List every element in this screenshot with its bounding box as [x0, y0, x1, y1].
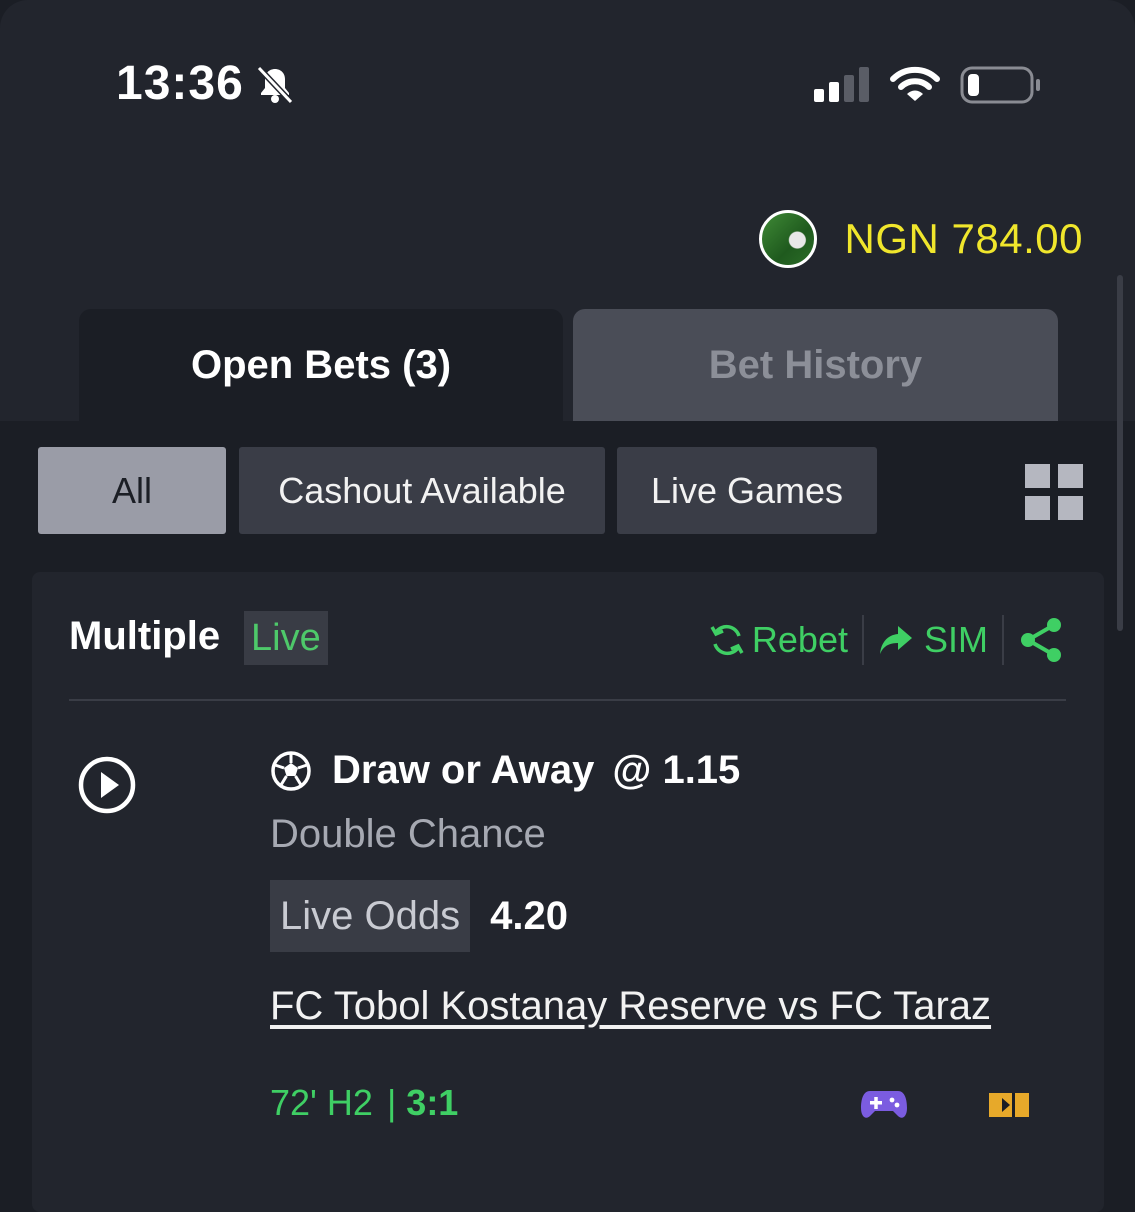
action-separator	[861, 615, 864, 665]
selection-odds: @ 1.15	[612, 748, 741, 792]
bet-card: Multiple Live Rebet SIM Draw or Away @ 1…	[32, 572, 1104, 1212]
scrollbar[interactable]	[1117, 275, 1123, 631]
bell-muted-icon	[256, 65, 294, 105]
rebet-label: Rebet	[751, 619, 848, 660]
filter-bar: All Cashout Available Live Games	[0, 447, 1135, 535]
live-stream-icon[interactable]	[988, 1090, 1030, 1120]
sim-label: SIM	[923, 619, 988, 660]
live-badge: Live	[244, 611, 328, 665]
sim-button[interactable]: SIM	[878, 619, 988, 661]
filter-cashout-available[interactable]: Cashout Available	[239, 447, 605, 534]
bet-actions: Rebet SIM	[708, 610, 1064, 670]
balance-amount: NGN 784.00	[844, 215, 1083, 262]
grid-view-icon[interactable]	[1025, 464, 1083, 520]
signal-icon	[814, 67, 869, 102]
share-button[interactable]	[1018, 616, 1064, 664]
refresh-icon	[710, 624, 744, 656]
filter-live-games[interactable]: Live Games	[617, 447, 877, 534]
live-odds-row: Live Odds 4.20	[270, 880, 568, 952]
score-separator: |	[386, 1082, 397, 1123]
selection-line: Draw or Away @ 1.15	[270, 748, 740, 793]
match-minute: 72' H2	[270, 1082, 373, 1123]
balance-area[interactable]: NGN 784.00	[758, 210, 1083, 268]
gamepad-icon[interactable]	[860, 1088, 908, 1122]
match-status: 72' H2 | 3:1	[270, 1082, 458, 1124]
market-name: Double Chance	[270, 812, 546, 856]
status-time: 13:36	[116, 57, 244, 110]
avatar[interactable]	[758, 210, 817, 268]
play-icon[interactable]	[77, 755, 137, 815]
tab-bet-history[interactable]: Bet History	[573, 309, 1058, 421]
forward-arrow-icon	[879, 626, 912, 654]
match-link[interactable]: FC Tobol Kostanay Reserve vs FC Taraz	[270, 984, 991, 1029]
selection-pick: Draw or Away	[332, 748, 595, 792]
tab-open-bets[interactable]: Open Bets (3)	[79, 309, 563, 421]
action-separator	[1002, 615, 1004, 665]
match-score: 3:1	[406, 1082, 459, 1123]
rebet-button[interactable]: Rebet	[708, 619, 848, 661]
live-odds-value: 4.20	[490, 893, 568, 938]
battery-icon	[960, 66, 1040, 104]
filter-all[interactable]: All	[38, 447, 226, 534]
soccer-ball-icon	[271, 750, 311, 791]
status-bar: 13:36	[0, 0, 1135, 170]
wifi-icon	[890, 66, 940, 101]
share-icon	[1021, 618, 1061, 662]
card-divider	[69, 699, 1066, 701]
live-odds-label: Live Odds	[270, 880, 471, 952]
bet-type-title: Multiple	[69, 614, 221, 658]
